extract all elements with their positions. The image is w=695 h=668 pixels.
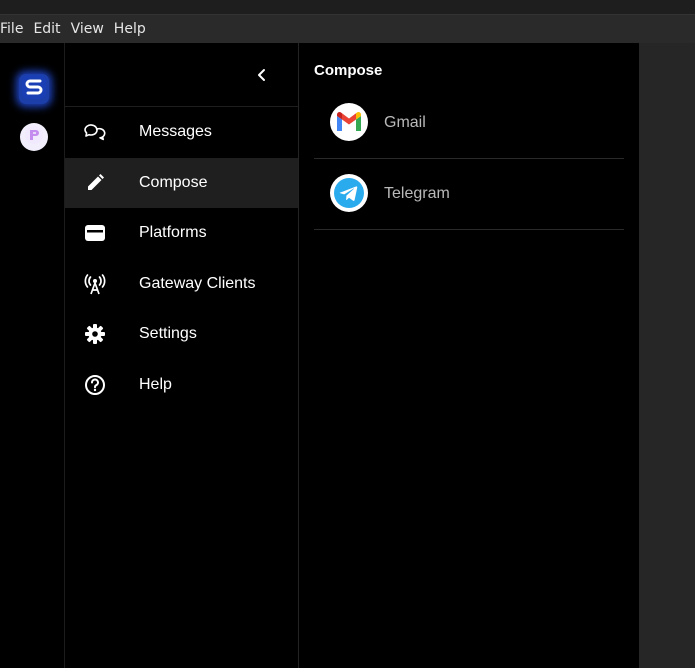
pencil-icon <box>83 171 107 195</box>
nav-label-compose: Compose <box>139 173 208 191</box>
collapse-nav-button[interactable] <box>250 65 274 89</box>
app-rail <box>0 43 65 668</box>
question-circle-icon <box>83 373 107 397</box>
menu-help[interactable]: Help <box>114 21 152 37</box>
navigation-panel: Messages Compose Platforms Gateway Clien… <box>65 43 299 668</box>
page-title: Compose <box>314 62 383 79</box>
nav-item-help[interactable]: Help <box>65 360 298 411</box>
platform-name-gmail: Gmail <box>384 114 426 131</box>
nav-item-compose[interactable]: Compose <box>65 157 298 208</box>
platform-item-gmail[interactable]: Gmail <box>314 88 624 159</box>
nav-label-platforms: Platforms <box>139 224 207 242</box>
gear-icon <box>83 322 107 346</box>
menu-bar: File Edit View Help <box>0 15 695 43</box>
platform-item-telegram[interactable]: Telegram <box>314 159 624 230</box>
chat-bubbles-icon <box>83 120 107 144</box>
menu-file[interactable]: File <box>0 21 29 37</box>
relaysms-app-button[interactable] <box>20 123 48 151</box>
nav-label-help: Help <box>139 375 172 393</box>
platform-name-telegram: Telegram <box>384 185 450 202</box>
antenna-icon <box>83 272 107 296</box>
nav-item-messages[interactable]: Messages <box>65 107 298 158</box>
gmail-logo-icon <box>330 103 368 141</box>
telegram-logo-icon <box>330 174 368 212</box>
smswithoutborders-app-button[interactable] <box>19 74 49 104</box>
right-empty-panel <box>639 43 695 668</box>
menu-edit[interactable]: Edit <box>33 21 66 37</box>
nav-label-settings: Settings <box>139 325 197 343</box>
card-icon <box>83 221 107 245</box>
compose-panel: Compose Gmail Telegram <box>299 43 639 668</box>
nav-item-platforms[interactable]: Platforms <box>65 208 298 259</box>
chevron-left-icon <box>255 68 269 87</box>
window-titlebar <box>0 0 695 15</box>
nav-item-gateway-clients[interactable]: Gateway Clients <box>65 259 298 310</box>
menu-view[interactable]: View <box>71 21 110 37</box>
nav-label-gateway-clients: Gateway Clients <box>139 274 256 292</box>
nav-list: Messages Compose Platforms Gateway Clien… <box>65 107 298 410</box>
nav-label-messages: Messages <box>139 123 212 141</box>
relaysms-logo-icon <box>24 125 44 150</box>
smswithoutborders-logo-icon <box>21 74 47 105</box>
platform-list: Gmail Telegram <box>314 88 624 230</box>
nav-item-settings[interactable]: Settings <box>65 309 298 360</box>
